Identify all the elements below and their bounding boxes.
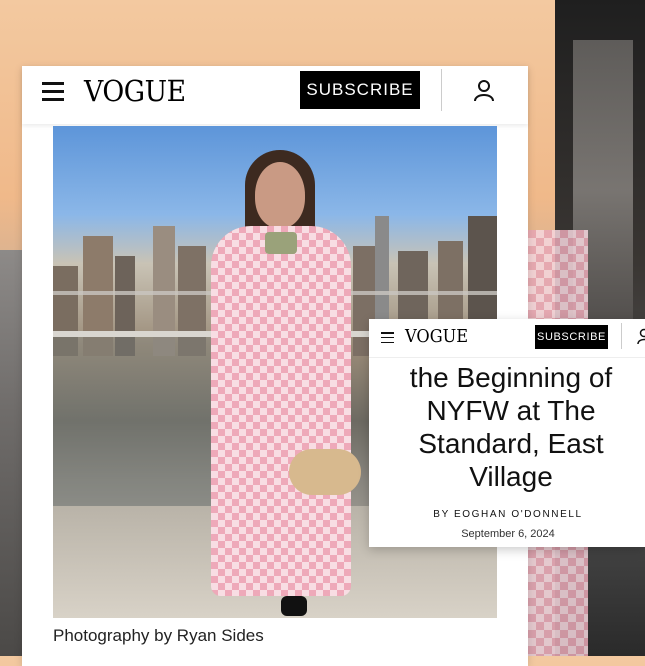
header-divider	[441, 69, 442, 111]
model-face	[255, 162, 305, 228]
black-boot	[281, 596, 307, 616]
menu-icon[interactable]	[381, 332, 394, 343]
vogue-logo[interactable]: VOGUE	[84, 74, 186, 108]
subscribe-button[interactable]: SUBSCRIBE	[535, 325, 608, 349]
vogue-logo[interactable]: VOGUE	[405, 326, 468, 347]
article-byline[interactable]: BY EOGHAN O'DONNELL	[369, 509, 645, 520]
photo-caption: Photography by Ryan Sides	[53, 626, 264, 646]
model-figure	[203, 144, 373, 614]
menu-icon[interactable]	[42, 82, 64, 100]
headline-line: the Beginning of	[369, 361, 645, 394]
subscribe-button[interactable]: SUBSCRIBE	[300, 71, 420, 109]
article-date: September 6, 2024	[369, 528, 645, 540]
overlay-header: VOGUE SUBSCRIBE	[369, 319, 645, 358]
header-divider	[621, 323, 622, 349]
main-header: VOGUE SUBSCRIBE	[22, 66, 528, 124]
user-icon[interactable]	[637, 328, 645, 344]
neck-scarf	[265, 232, 297, 254]
handbag	[289, 449, 361, 495]
article-headline: the Beginning of NYFW at The Standard, E…	[369, 361, 645, 493]
overlay-article-card: VOGUE SUBSCRIBE the Beginning of NYFW at…	[369, 319, 645, 547]
headline-line: Standard, East	[369, 427, 645, 460]
user-icon[interactable]	[472, 78, 496, 102]
pink-checkered-coat	[211, 226, 351, 596]
headline-line: NYFW at The	[369, 394, 645, 427]
headline-line: Village	[369, 460, 645, 493]
